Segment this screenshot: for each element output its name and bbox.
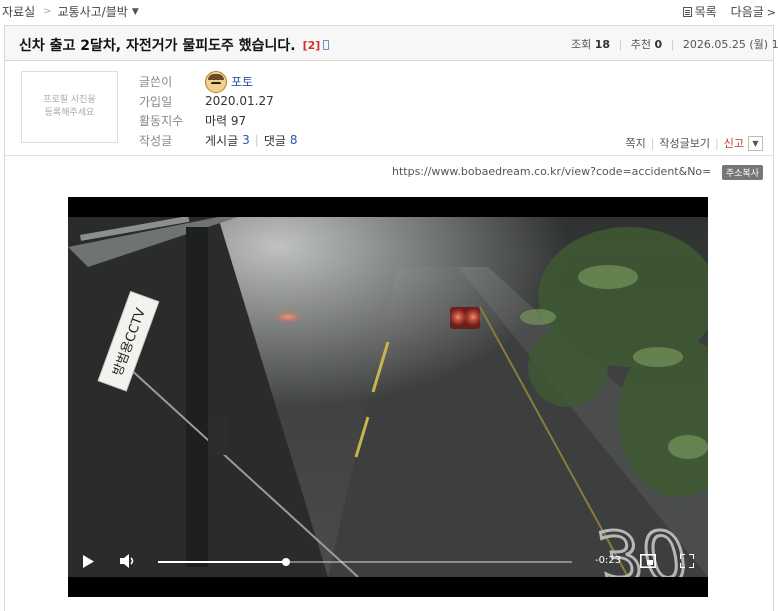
view-posts-button[interactable]: 작성글보기 [659, 135, 710, 151]
list-button[interactable]: 목록 [682, 3, 717, 20]
mobile-icon [323, 40, 330, 50]
views-count: 18 [594, 38, 611, 51]
next-post-label: 다음글 [730, 5, 764, 19]
seek-bar[interactable] [158, 558, 572, 566]
post-url: https://www.bobaedream.co.kr/view?code=a… [392, 165, 712, 178]
post-title: 신차 출고 2달차, 자전거가 물피도주 했습니다. [19, 38, 296, 54]
author-profile: 프로필 사진을 등록해주세요 글쓴이 포토 가입일 2020.01.27 활동지… [4, 61, 774, 156]
post-date: 2026.05.25 (월) 11: [682, 38, 778, 51]
time-remaining: -0:23 [595, 555, 622, 566]
post-meta: 조회 18 | 추천 0 | 2026.05.25 (월) 11: [571, 36, 778, 52]
articles-count[interactable]: 3 [242, 133, 250, 147]
divider: | [715, 136, 719, 150]
message-button[interactable]: 쪽지 [625, 135, 645, 151]
report-button[interactable]: 신고 [724, 135, 744, 151]
breadcrumb-category[interactable]: 교통사고/블박 [58, 3, 128, 20]
author-name[interactable]: 포토 [231, 73, 253, 90]
avatar[interactable] [205, 70, 227, 93]
comments-count[interactable]: 8 [290, 133, 298, 147]
play-icon[interactable] [82, 555, 94, 568]
recommend-count: 0 [654, 38, 663, 51]
placeholder-line: 프로필 사진을 [43, 95, 96, 105]
caret-down-icon[interactable]: ▼ [132, 7, 139, 17]
video-frame: 방범용CCTV 30 [68, 217, 708, 577]
breadcrumb: 자료실 > 교통사고/블박 ▼ [2, 3, 139, 20]
articles-label[interactable]: 게시글 [205, 132, 238, 149]
activity-label: 활동지수 [139, 114, 184, 129]
next-post-button[interactable]: 다음글 > [731, 3, 776, 20]
top-bar: 자료실 > 교통사고/블박 ▼ 목록 다음글 > [0, 0, 778, 24]
recommend-label: 추천 [630, 38, 652, 51]
views-label: 조회 [571, 38, 592, 51]
comment-count[interactable]: [2] [303, 39, 321, 52]
chevron-right-icon: > [766, 6, 776, 19]
seek-bar-progress [158, 561, 287, 563]
joined-label: 가입일 [139, 94, 173, 109]
author-label: 글쓴이 [139, 75, 173, 90]
divider: | [650, 136, 655, 150]
profile-actions: 쪽지 | 작성글보기 | 신고 ▼ [625, 135, 763, 151]
copy-url-button[interactable]: 주소복사 [721, 165, 763, 180]
placeholder-line: 등록해주세요 [44, 108, 95, 118]
activity-value: 마력 97 [205, 114, 247, 129]
breadcrumb-separator: > [43, 6, 52, 17]
post-header: 신차 출고 2달차, 자전거가 물피도주 했습니다. [2] 조회 18 | 추… [4, 25, 778, 61]
video-player[interactable]: 방범용CCTV 30 -0:23 [68, 197, 708, 597]
chevron-down-icon[interactable]: ▼ [748, 135, 763, 151]
cctv-scene: 방범용CCTV 30 [68, 217, 708, 577]
divider: | [254, 133, 259, 148]
divider: | [670, 38, 675, 51]
list-icon [682, 6, 692, 17]
list-button-label: 목록 [694, 5, 717, 19]
divider: | [618, 38, 623, 51]
volume-icon[interactable] [120, 554, 136, 568]
breadcrumb-root[interactable]: 자료실 [2, 3, 35, 20]
profile-info: 글쓴이 포토 가입일 2020.01.27 활동지수 마력 97 작성글 게시글… [139, 70, 298, 150]
comments-label[interactable]: 댓글 [264, 132, 286, 149]
picture-in-picture-icon[interactable] [640, 554, 656, 568]
profile-photo-placeholder: 프로필 사진을 등록해주세요 [21, 71, 118, 143]
post-title-area: 신차 출고 2달차, 자전거가 물피도주 했습니다. [2] [19, 35, 330, 55]
fullscreen-icon[interactable] [680, 554, 694, 568]
video-controls: -0:23 [68, 546, 708, 577]
posts-label: 작성글 [139, 133, 173, 148]
joined-date: 2020.01.27 [205, 94, 274, 109]
seek-handle[interactable] [282, 558, 291, 566]
